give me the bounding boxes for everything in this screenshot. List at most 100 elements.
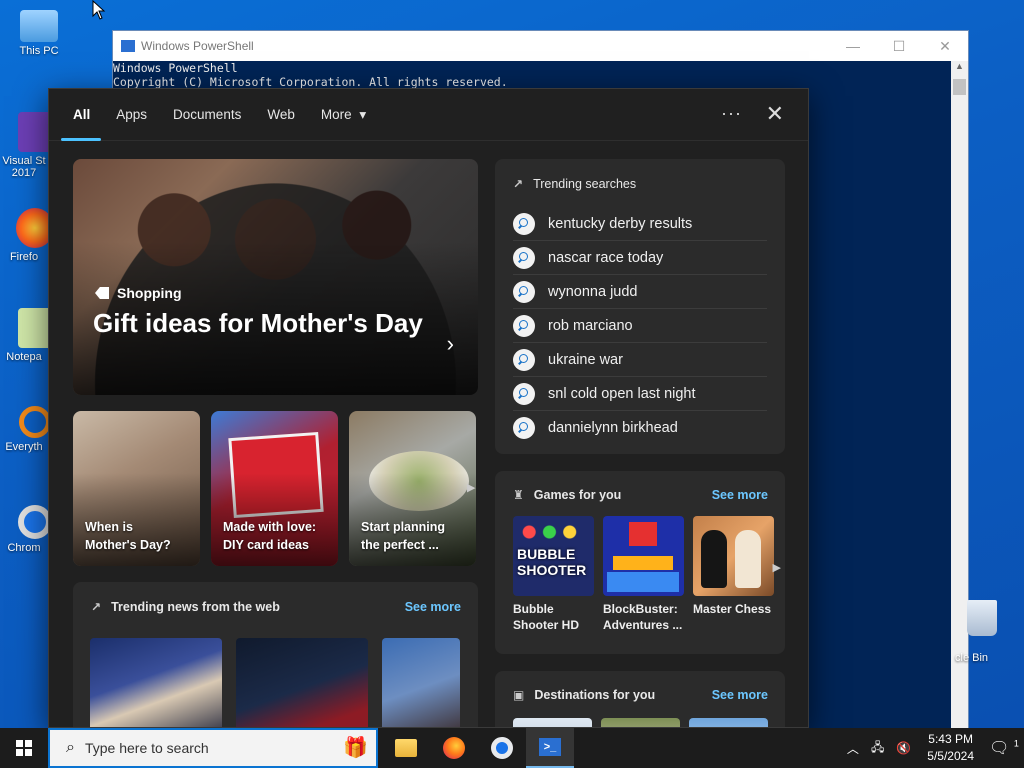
suggestion-card[interactable]: Start planning the perfect ...: [349, 411, 476, 566]
hero-category-label: Shopping: [117, 285, 182, 301]
suggestion-card[interactable]: When is Mother's Day?: [73, 411, 200, 566]
game-tile[interactable]: Master Chess: [693, 516, 774, 633]
search-icon: ⌕: [66, 739, 75, 756]
section-title: Trending searches: [533, 177, 637, 191]
chrome-icon: [491, 737, 513, 759]
section-title: Trending news from the web: [111, 600, 280, 614]
game-name: Bubble Shooter HD: [513, 602, 579, 632]
search-placeholder: Type here to search: [84, 740, 209, 756]
news-thumbnail[interactable]: [382, 638, 460, 727]
hero-card[interactable]: Shopping Gift ideas for Mother's Day ›: [73, 159, 478, 395]
section-title: Games for you: [533, 488, 622, 502]
minimize-button[interactable]: —: [830, 38, 876, 55]
desktop-icon-label: Everyth: [5, 441, 43, 453]
powershell-titlebar[interactable]: Windows PowerShell — ☐ ✕: [113, 31, 968, 61]
close-icon[interactable]: ✕: [766, 101, 784, 127]
search-highlight-icon: 🎁: [343, 737, 368, 759]
trending-search-item[interactable]: wynonna judd: [513, 275, 767, 309]
news-thumbnail[interactable]: [90, 638, 222, 727]
cards-next-icon[interactable]: ▶: [467, 481, 475, 494]
tab-apps[interactable]: Apps: [116, 89, 147, 141]
trending-search-item[interactable]: dannielynn birkhead: [513, 411, 767, 445]
chevron-up-icon[interactable]: ︿: [847, 740, 859, 757]
trending-search-item[interactable]: rob marciano: [513, 309, 767, 343]
trending-search-label: ukraine war: [548, 351, 623, 368]
game-art: BUBBLE SHOOTER: [513, 516, 594, 596]
scroll-up-arrow-icon[interactable]: ▲: [951, 61, 968, 77]
game-tile[interactable]: BlockBuster: Adventures ...: [603, 516, 684, 633]
desktop-icon-label: Firefo: [9, 251, 39, 263]
more-options-icon[interactable]: ···: [721, 103, 742, 124]
notification-center-button[interactable]: 🗨 1: [984, 738, 1024, 758]
hero-title: Gift ideas for Mother's Day: [93, 308, 423, 338]
powershell-icon: [121, 40, 135, 52]
news-thumbnail[interactable]: [236, 638, 368, 727]
destination-thumbnail[interactable]: [601, 718, 680, 727]
game-tile[interactable]: BUBBLE SHOOTER Bubble Shooter HD: [513, 516, 594, 633]
chrome-icon: [18, 505, 52, 539]
chevron-down-icon: ▾: [359, 106, 367, 122]
see-more-link[interactable]: See more: [712, 688, 768, 702]
visual-studio-icon: [18, 112, 52, 152]
section-title: Destinations for you: [534, 688, 656, 702]
mouse-cursor-icon: [92, 0, 106, 20]
trending-search-item[interactable]: ukraine war: [513, 343, 767, 377]
clock[interactable]: 5:43 PM 5/5/2024: [927, 731, 974, 765]
tab-web[interactable]: Web: [267, 89, 295, 141]
card-label: When is Mother's Day?: [85, 520, 171, 552]
desktop-icon-label: cle Bin: [955, 652, 989, 664]
see-more-link[interactable]: See more: [712, 488, 768, 502]
network-icon[interactable]: 🖧: [871, 738, 884, 759]
destination-thumbnail[interactable]: [689, 718, 768, 727]
black-king-piece: [701, 530, 727, 588]
trending-search-label: wynonna judd: [548, 283, 638, 300]
console-output[interactable]: Windows PowerShell Copyright (C) Microso…: [113, 61, 968, 89]
suggestion-card[interactable]: Made with love: DIY card ideas: [211, 411, 338, 566]
clock-time: 5:43 PM: [928, 732, 973, 746]
search-icon: [513, 212, 535, 235]
destination-thumbnail[interactable]: [513, 718, 592, 727]
maximize-button[interactable]: ☐: [876, 38, 922, 55]
trending-search-item[interactable]: snl cold open last night: [513, 377, 767, 411]
taskbar-chrome[interactable]: [478, 728, 526, 768]
window-title: Windows PowerShell: [141, 39, 254, 53]
close-window-button[interactable]: ✕: [922, 38, 968, 55]
start-button[interactable]: [0, 728, 48, 768]
desktop-icon-recycle-bin[interactable]: cle Bin: [955, 600, 1024, 664]
notification-icon: 🗨: [989, 740, 1010, 757]
console-line: Windows PowerShell: [113, 61, 238, 75]
see-more-link[interactable]: See more: [405, 600, 461, 614]
tag-icon: [95, 287, 109, 299]
trending-search-item[interactable]: kentucky derby results: [513, 207, 767, 241]
trending-icon: ↗: [91, 600, 102, 614]
powershell-icon: >_: [539, 738, 561, 756]
tab-all[interactable]: All: [60, 89, 102, 141]
taskbar-powershell[interactable]: >_: [526, 728, 574, 768]
taskbar-file-explorer[interactable]: [382, 728, 430, 768]
chevron-right-icon[interactable]: ›: [447, 331, 454, 357]
windows-logo-icon: [16, 740, 32, 756]
firefox-icon: [443, 737, 465, 759]
trending-search-label: snl cold open last night: [548, 385, 696, 402]
games-next-icon[interactable]: ▶: [773, 561, 781, 574]
tab-documents[interactable]: Documents: [173, 89, 241, 141]
scroll-thumb[interactable]: [953, 79, 966, 95]
trending-search-label: dannielynn birkhead: [548, 420, 678, 436]
taskbar-firefox[interactable]: [430, 728, 478, 768]
hero-category: Shopping: [95, 285, 182, 301]
block-piece: [607, 572, 679, 592]
desktop-icon-label: Visual St 2017: [2, 155, 46, 179]
trending-search-item[interactable]: nascar race today: [513, 241, 767, 275]
right-column: ↗ Trending searches kentucky derby resul…: [495, 159, 785, 727]
taskbar: ⌕ Type here to search 🎁 >_ ︿ 🖧 🔇 5:43 PM…: [0, 728, 1024, 768]
volume-muted-icon[interactable]: 🔇: [896, 741, 911, 755]
desktop-icon-this-pc[interactable]: This PC: [4, 10, 74, 57]
chess-piece-icon: ♜: [513, 488, 524, 502]
tab-more[interactable]: More ▾: [321, 89, 366, 141]
search-nav: All Apps Documents Web More ▾ ··· ✕: [49, 89, 808, 141]
white-king-piece: [735, 530, 761, 588]
card-label: Made with love: DIY card ideas: [223, 520, 317, 552]
game-name: Master Chess: [693, 602, 772, 616]
taskbar-search-box[interactable]: ⌕ Type here to search 🎁: [48, 728, 378, 768]
game-name: BlockBuster: Adventures ...: [603, 602, 683, 632]
